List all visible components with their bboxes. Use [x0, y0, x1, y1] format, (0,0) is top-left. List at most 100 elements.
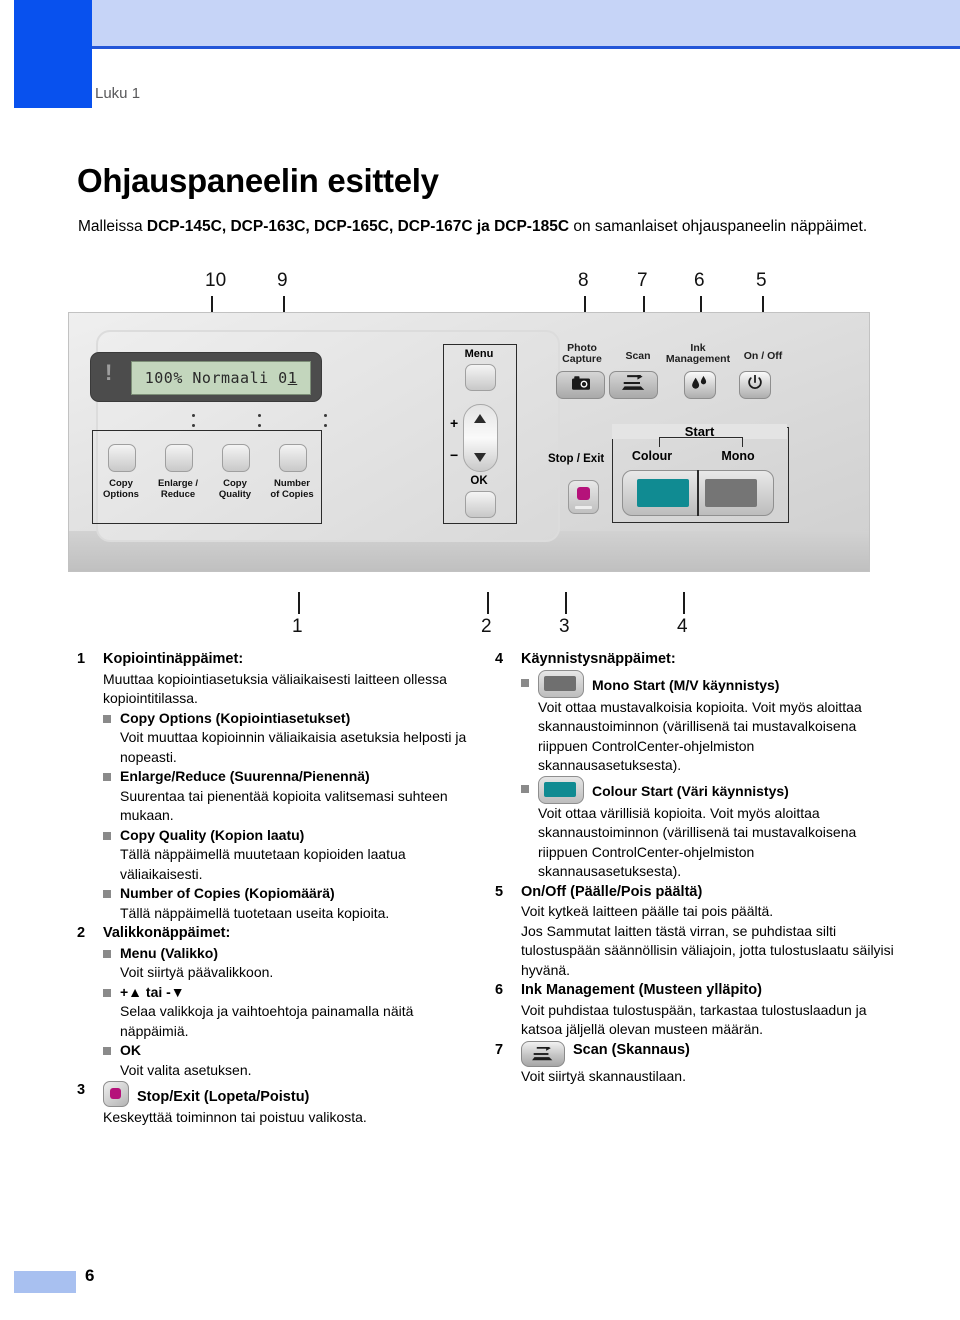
colour-start-button[interactable]: [637, 479, 689, 507]
chapter-label: Luku 1: [95, 85, 141, 102]
lcd-screen: 100% Normaali 01: [131, 361, 311, 395]
callout-number: 3: [559, 616, 570, 637]
legend-sub-title: Enlarge/Reduce (Suurenna/Pienennä): [120, 768, 370, 784]
legend-sub-body: Voit siirtyä päävalikkoon.: [120, 964, 274, 980]
legend-item-title: Valikkonäppäimet:: [103, 925, 231, 941]
legend-sub-item: Mono Start (M/V käynnistys) Voit ottaa mu…: [521, 669, 895, 776]
lcd-display: ! 100% Normaali 01: [90, 352, 322, 402]
minus-label: −: [450, 447, 459, 463]
legend-sub-body: Tällä näppäimellä muutetaan kopioiden la…: [120, 846, 406, 882]
bullet-square-icon: [521, 678, 529, 687]
copy-key-label: Copy Quality: [218, 478, 252, 500]
legend-item-index: 3: [77, 1082, 86, 1098]
bullet-square-icon: [103, 773, 111, 781]
callout-number: 9: [277, 270, 288, 291]
legend-sub-item: Menu (Valikko) Voit siirtyä päävalikkoon.: [103, 944, 472, 983]
stop-exit-button[interactable]: [568, 480, 599, 514]
callout-number: 8: [578, 270, 589, 291]
legend-column-left: 1 Kopiointinäppäimet: Muuttaa kopiointiase…: [77, 650, 472, 1128]
arrow-up-icon[interactable]: [474, 414, 486, 423]
copy-key-button[interactable]: [108, 444, 136, 472]
mono-start-button-icon: [538, 669, 584, 698]
menu-button[interactable]: [465, 364, 496, 391]
copy-key-button[interactable]: [279, 444, 307, 472]
bullet-square-icon: [103, 1047, 111, 1055]
legend-item: 6 Ink Management (Musteen ylläpito) Voit p…: [495, 981, 895, 1040]
copy-key-label: Copy Options: [103, 478, 139, 500]
scanner-icon: [621, 373, 646, 396]
power-icon: [747, 374, 763, 396]
legend-sub-item: OK Voit valita asetuksen.: [103, 1041, 472, 1080]
legend-sub-title: Copy Options (Kopiointiasetukset): [120, 709, 351, 726]
copy-key-button[interactable]: [165, 444, 193, 472]
copy-key-button[interactable]: [222, 444, 250, 472]
legend-sub-title: +▲ tai -▼: [120, 983, 185, 1000]
bullet-square-icon: [103, 831, 111, 840]
bullet-square-icon: [521, 784, 529, 793]
bullet-square-icon: [103, 890, 111, 898]
legend-sub-item: Colour Start (Väri käynnistys) Voit ottaa…: [521, 775, 895, 882]
legend-sub-title: Copy Quality (Kopion laatu): [120, 826, 305, 843]
menu-label: Menu: [464, 348, 494, 360]
camera-icon: [571, 375, 590, 395]
legend-item-body: Voit kytkeä laitteen päälle tai pois pää…: [521, 903, 774, 919]
footer-block: [14, 1271, 76, 1293]
legend-sub-title: OK: [120, 1042, 141, 1058]
legend-column-right: 4 Käynnistysnäppäimet: Mono Start (M/V käy…: [495, 650, 895, 1087]
ink-drops-icon: [690, 375, 710, 395]
legend-sub-item: Enlarge/Reduce (Suurenna/Pienennä) Suuren…: [103, 767, 472, 826]
intro-post: on samanlaiset ohjauspaneelin näppäimet.: [569, 217, 868, 235]
legend-sub-body: Voit ottaa värillisiä kopioita. Voit myö…: [538, 804, 857, 880]
warning-icon: !: [105, 360, 113, 385]
mono-label: Mono: [721, 449, 755, 463]
legend-item-title: Stop/Exit (Lopeta/Poistu): [103, 1081, 472, 1108]
callout-number: 4: [677, 616, 688, 637]
ok-label: OK: [470, 475, 488, 487]
ok-button[interactable]: [465, 491, 496, 518]
function-key-label: Scan: [625, 350, 651, 362]
callout-number: 1: [292, 616, 303, 637]
legend-sub-title: Menu (Valikko): [120, 944, 219, 961]
left-edge-strip: [14, 0, 92, 108]
legend-item-body: Jos Sammutat laitten tästä virran, se pu…: [521, 922, 894, 978]
legend-item-index: 4: [495, 651, 504, 667]
intro-paragraph: Malleissa DCP-145C, DCP-163C, DCP-165C, …: [78, 216, 878, 237]
page-number: 6: [85, 1266, 95, 1285]
function-key-label: On / Off: [743, 350, 783, 362]
scanner-button[interactable]: [609, 371, 658, 399]
stop-exit-button-icon: [103, 1081, 129, 1107]
copy-key-label: Enlarge / Reduce: [157, 478, 199, 500]
lcd-text: 100% Normaali 01: [145, 369, 298, 387]
start-button-pad[interactable]: [622, 470, 774, 516]
camera-button[interactable]: [556, 371, 605, 399]
legend-item: 7 Scan (Skannaus) Voit siirtyä skannaustil…: [495, 1040, 895, 1087]
legend-sub-body: Voit muuttaa kopioinnin väliaikaisia ase…: [120, 729, 467, 765]
legend-item-body: Voit puhdistaa tulostuspään, tarkastaa t…: [521, 1001, 867, 1038]
power-button[interactable]: [739, 371, 771, 399]
up-down-rocker[interactable]: [463, 404, 498, 472]
colour-start-button-icon: [538, 775, 584, 804]
arrow-down-icon[interactable]: [474, 453, 486, 462]
start-bracket: [659, 437, 743, 447]
function-key-label: Photo Capture: [562, 342, 602, 365]
legend-item: 1 Kopiointinäppäimet: Muuttaa kopiointiase…: [77, 650, 472, 923]
legend-sub-title: Mono Start (M/V käynnistys): [538, 669, 895, 698]
legend-sub-body: Suurentaa tai pienentää kopioita valitse…: [120, 787, 448, 824]
scan-button-icon: [521, 1040, 565, 1067]
callout-number: 7: [637, 270, 648, 291]
mono-start-button[interactable]: [705, 479, 757, 507]
legend-sub-item: Number of Copies (Kopiomäärä) Tällä näppä…: [103, 884, 472, 923]
callout-leader-line: [487, 592, 489, 614]
stop-exit-label: Stop / Exit: [548, 453, 605, 465]
legend-item-title: Käynnistysnäppäimet:: [521, 651, 676, 667]
legend-item: 5 On/Off (Päälle/Pois päältä) Voit kytkeä …: [495, 883, 895, 981]
ink-drops-button[interactable]: [684, 371, 716, 399]
legend-sub-title: Number of Copies (Kopiomäärä): [120, 885, 335, 901]
dot-separator: [324, 414, 327, 434]
legend-item: 4 Käynnistysnäppäimet: Mono Start (M/V käy…: [495, 650, 895, 882]
lcd-text-cursor: 1: [287, 369, 298, 387]
callout-number: 5: [756, 270, 767, 291]
legend-item-title: Ink Management (Musteen ylläpito): [521, 982, 762, 998]
callout-leader-line: [298, 592, 300, 614]
callout-leader-line: [683, 592, 685, 614]
